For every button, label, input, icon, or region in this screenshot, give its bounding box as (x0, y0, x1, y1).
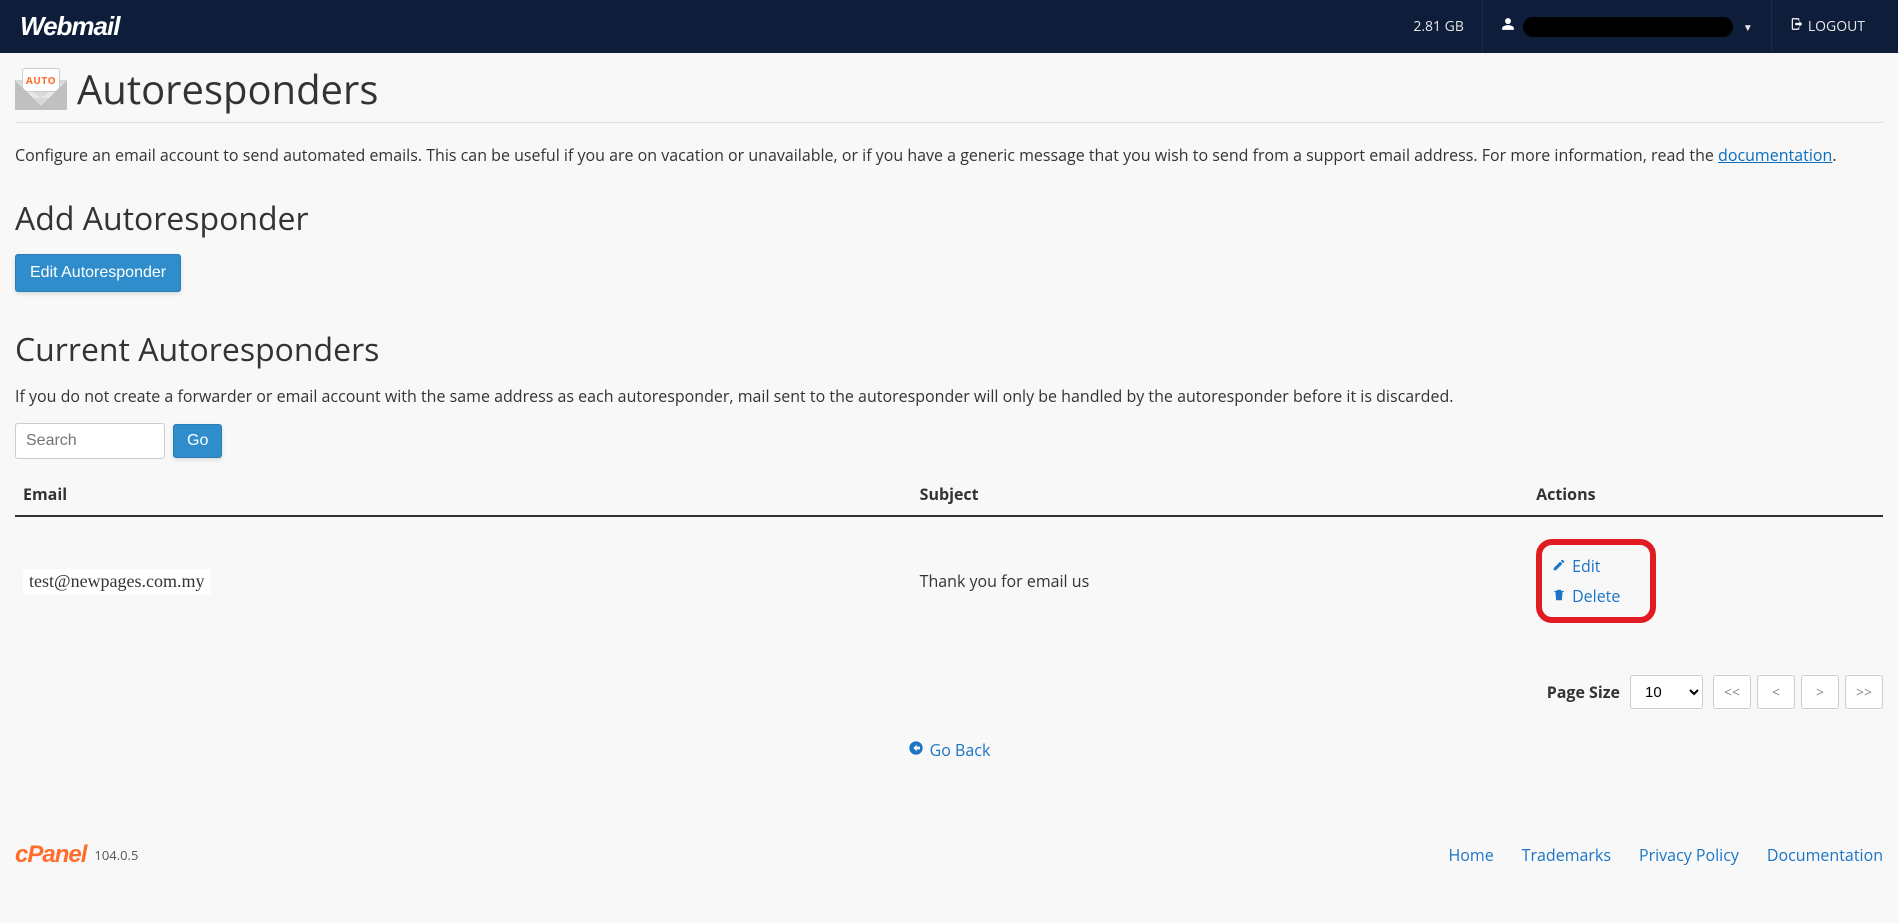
user-email-redacted (1523, 17, 1733, 37)
pager-last[interactable]: >> (1845, 675, 1883, 709)
cpanel-version: 104.0.5 (94, 846, 138, 864)
col-actions: Actions (1528, 473, 1883, 516)
footer: cPanel 104.0.5 Home Trademarks Privacy P… (0, 831, 1898, 899)
search-go-button[interactable]: Go (173, 424, 222, 458)
footer-trademarks[interactable]: Trademarks (1522, 844, 1611, 866)
pager-prev[interactable]: < (1757, 675, 1795, 709)
autoresponders-table: Email Subject Actions test@newpages.com.… (15, 473, 1883, 645)
pencil-icon (1552, 555, 1566, 577)
delete-action[interactable]: Delete (1552, 581, 1620, 611)
go-back-row: Go Back (15, 739, 1883, 761)
go-back-label: Go Back (930, 739, 991, 761)
actions-highlight: Edit Delete (1536, 539, 1656, 623)
go-back-link[interactable]: Go Back (908, 739, 991, 761)
arrow-left-circle-icon (908, 739, 924, 761)
footer-home[interactable]: Home (1448, 844, 1493, 866)
pager-first[interactable]: << (1713, 675, 1751, 709)
page-title-row: AUTO Autoresponders (15, 53, 1883, 123)
edit-label: Edit (1572, 555, 1600, 577)
add-heading: Add Autoresponder (15, 197, 1883, 240)
brand-logo[interactable]: Webmail (20, 11, 119, 42)
pager-next[interactable]: > (1801, 675, 1839, 709)
footer-privacy[interactable]: Privacy Policy (1639, 844, 1739, 866)
col-email[interactable]: Email (15, 473, 912, 516)
table-row: test@newpages.com.my Thank you for email… (15, 516, 1883, 645)
edit-action[interactable]: Edit (1552, 551, 1620, 581)
page-title: Autoresponders (77, 61, 378, 116)
row-email: test@newpages.com.my (23, 569, 211, 594)
current-note: If you do not create a forwarder or emai… (15, 385, 1883, 407)
logout-icon (1790, 17, 1804, 36)
autoresponder-icon: AUTO (15, 68, 67, 110)
search-row: Go (15, 423, 1883, 459)
storage-indicator: 2.81 GB (1395, 0, 1482, 53)
col-subject[interactable]: Subject (912, 473, 1528, 516)
footer-docs[interactable]: Documentation (1767, 844, 1883, 866)
user-menu[interactable]: ▼ (1482, 0, 1771, 53)
current-heading: Current Autoresponders (15, 328, 1883, 371)
delete-label: Delete (1572, 585, 1620, 607)
edit-autoresponder-button[interactable]: Edit Autoresponder (15, 254, 181, 292)
search-input[interactable] (15, 423, 165, 459)
storage-value: 2.81 GB (1413, 17, 1464, 36)
logout-label: LOGOUT (1808, 17, 1865, 36)
pager: Page Size 10 << < > >> (15, 675, 1883, 709)
row-subject: Thank you for email us (920, 570, 1090, 592)
page-description: Configure an email account to send autom… (15, 143, 1883, 167)
page-size-label: Page Size (1547, 681, 1620, 703)
chevron-down-icon: ▼ (1743, 20, 1753, 34)
top-bar: Webmail 2.81 GB ▼ LOGOUT (0, 0, 1898, 53)
documentation-link[interactable]: documentation (1718, 144, 1832, 166)
user-icon (1501, 17, 1515, 36)
trash-icon (1552, 585, 1566, 607)
logout-button[interactable]: LOGOUT (1771, 0, 1883, 53)
cpanel-logo[interactable]: cPanel (15, 841, 86, 869)
page-size-select[interactable]: 10 (1630, 675, 1703, 709)
